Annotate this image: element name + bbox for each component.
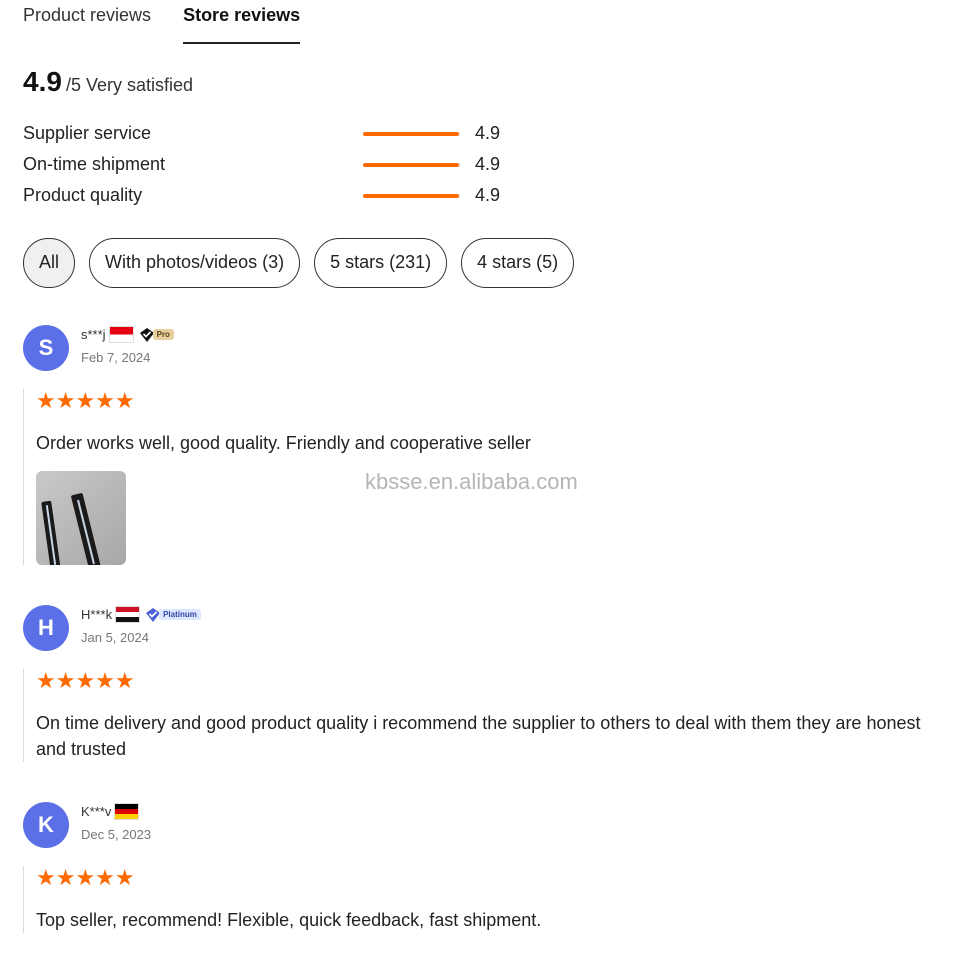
overall-rating: 4.9 /5 Very satisfied — [23, 66, 193, 98]
reviewer-name: s***j — [81, 327, 106, 342]
rating-breakdown: Supplier service 4.9 On-time shipment 4.… — [23, 120, 543, 213]
flag-indonesia-icon — [108, 326, 134, 343]
flag-germany-icon — [114, 803, 140, 820]
review-item: S s***j Pro Feb 7, 2024 ★★★★★ Order work… — [23, 325, 943, 565]
reviewer-name-row: s***j Pro — [81, 326, 174, 343]
metric-label: On-time shipment — [23, 154, 166, 174]
review-date: Jan 5, 2024 — [81, 630, 149, 645]
watermark: kbsse.en.alibaba.com — [365, 469, 578, 494]
reviewer-name-row: K***v — [81, 803, 140, 820]
overall-out-of: /5 — [65, 75, 81, 95]
metric-bar — [363, 194, 461, 198]
review-tabs: Product reviews Store reviews — [23, 0, 332, 44]
review-filters: All With photos/videos (3) 5 stars (231)… — [23, 238, 588, 288]
metric-label: Supplier service — [23, 123, 152, 143]
metric-label: Product quality — [23, 185, 143, 205]
review-date: Feb 7, 2024 — [81, 350, 151, 365]
review-date: Dec 5, 2023 — [81, 827, 152, 842]
review-body: ★★★★★ On time delivery and good product … — [23, 669, 943, 762]
filter-4-stars-chip[interactable]: 4 stars (5) — [461, 238, 575, 288]
reviewer-name-row: H***k Platinum — [81, 606, 201, 623]
pro-badge: Pro — [139, 327, 174, 342]
reviewer-name: K***v — [81, 804, 112, 819]
avatar: H — [23, 605, 69, 651]
metric-product-quality: Product quality 4.9 — [23, 182, 543, 213]
star-rating: ★★★★★ — [36, 388, 135, 413]
filter-all-chip[interactable]: All — [23, 238, 76, 288]
filter-with-photos-chip[interactable]: With photos/videos (3) — [89, 238, 301, 288]
flag-egypt-icon — [115, 606, 141, 623]
metric-bar — [363, 163, 461, 167]
overall-label: Very satisfied — [85, 75, 194, 95]
metric-on-time-shipment: On-time shipment 4.9 — [23, 151, 543, 182]
review-photo-thumbnail[interactable] — [36, 471, 126, 565]
filter-5-stars-chip[interactable]: 5 stars (231) — [314, 238, 448, 288]
metric-value: 4.9 — [475, 154, 501, 174]
tab-product-reviews[interactable]: Product reviews — [23, 0, 151, 44]
review-body: ★★★★★ Top seller, recommend! Flexible, q… — [23, 866, 943, 933]
avatar: K — [23, 802, 69, 848]
metric-value: 4.9 — [475, 185, 501, 205]
star-rating: ★★★★★ — [36, 865, 135, 890]
badge-label: Platinum — [159, 609, 201, 620]
badge-label: Pro — [152, 329, 174, 340]
tab-store-reviews[interactable]: Store reviews — [183, 0, 301, 44]
platinum-badge: Platinum — [145, 607, 201, 622]
review-item: K K***v Dec 5, 2023 ★★★★★ Top seller, re… — [23, 802, 943, 933]
metric-bar-fill — [363, 194, 460, 198]
metric-bar-fill — [363, 132, 460, 136]
review-text: On time delivery and good product qualit… — [36, 713, 921, 759]
review-header: S s***j Pro Feb 7, 2024 — [23, 325, 943, 375]
review-text: Top seller, recommend! Flexible, quick f… — [36, 910, 542, 930]
review-header: H H***k Platinum Jan 5, 2024 — [23, 605, 943, 655]
metric-bar-fill — [363, 163, 460, 167]
review-item: H H***k Platinum Jan 5, 2024 ★★★★★ On ti… — [23, 605, 943, 762]
metric-value: 4.9 — [475, 123, 501, 143]
metric-supplier-service: Supplier service 4.9 — [23, 120, 543, 151]
review-text: Order works well, good quality. Friendly… — [36, 433, 531, 453]
overall-score: 4.9 — [23, 66, 62, 97]
reviewer-name: H***k — [81, 607, 113, 622]
review-header: K K***v Dec 5, 2023 — [23, 802, 943, 852]
star-rating: ★★★★★ — [36, 668, 135, 693]
metric-bar — [363, 132, 461, 136]
avatar: S — [23, 325, 69, 371]
